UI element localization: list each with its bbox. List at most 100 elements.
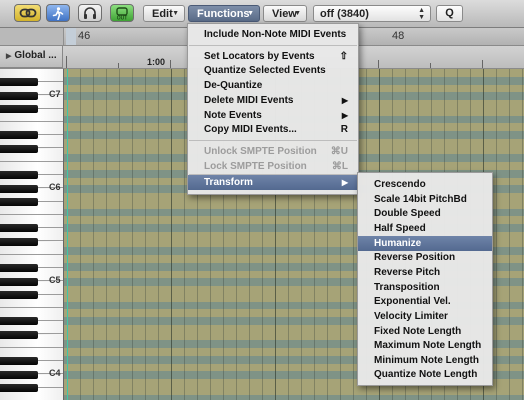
menu-separator xyxy=(189,44,357,46)
functions-menu-item[interactable]: Transform ▶ xyxy=(188,175,358,191)
black-key[interactable] xyxy=(0,105,38,113)
grid-line xyxy=(132,69,133,400)
menu-item-shortcut: ⌘U xyxy=(330,145,348,157)
chevron-down-icon: ▼ xyxy=(294,10,301,17)
menu-item-label: Reverse Pitch xyxy=(374,266,441,278)
transform-menu-item[interactable]: Double Speed xyxy=(358,206,492,221)
out-button[interactable]: OUT xyxy=(110,4,134,22)
edit-menu-button[interactable]: Edit ▼ xyxy=(143,5,185,22)
link-button[interactable] xyxy=(14,4,41,22)
black-key[interactable] xyxy=(0,131,38,139)
black-key[interactable] xyxy=(0,278,38,286)
midi-out-icon xyxy=(84,6,96,19)
grid-line xyxy=(171,69,172,400)
transform-menu-item[interactable]: Humanize xyxy=(358,235,492,251)
menu-item-shortcut: ⌘L xyxy=(331,160,348,172)
ruler-tick xyxy=(482,60,483,68)
black-key[interactable] xyxy=(0,331,38,339)
functions-menu-label: Functions xyxy=(197,7,250,20)
functions-menu-item[interactable]: Unlock SMPTE Position ⌘U xyxy=(188,144,358,159)
black-key[interactable] xyxy=(0,92,38,100)
octave-label-c6: C6 xyxy=(49,182,61,192)
global-tracks-label: Global ... xyxy=(14,50,57,61)
submenu-arrow-icon: ▶ xyxy=(341,110,348,120)
transform-menu-item[interactable]: Velocity Limiter xyxy=(358,309,492,324)
transform-menu-item[interactable]: Fixed Note Length xyxy=(358,324,492,339)
functions-menu-item[interactable]: De-Quantize xyxy=(188,78,358,93)
black-key[interactable] xyxy=(0,78,38,86)
disclosure-triangle-icon: ▶ xyxy=(6,53,12,60)
grid-line xyxy=(184,69,185,400)
menu-separator xyxy=(189,139,357,141)
out-icon: OUT xyxy=(116,6,128,20)
ruler-tick xyxy=(430,63,431,68)
black-key[interactable] xyxy=(0,384,38,392)
menu-item-label: Fixed Note Length xyxy=(374,325,462,337)
functions-menu-item[interactable]: Include Non-Note MIDI Events xyxy=(188,27,358,42)
catch-playhead-button[interactable] xyxy=(46,4,70,22)
menu-item-label: Exponential Vel. xyxy=(374,296,451,308)
transform-menu-item[interactable]: Maximum Note Length xyxy=(358,338,492,353)
transform-menu-item[interactable]: Quantize Note Length xyxy=(358,367,492,382)
transform-menu-item[interactable]: Minimum Note Length xyxy=(358,353,492,368)
functions-menu-item[interactable]: Note Events ▶ xyxy=(188,108,358,123)
functions-menu-item[interactable]: Lock SMPTE Position ⌘L xyxy=(188,159,358,174)
octave-label-c5: C5 xyxy=(49,275,61,285)
grid-line xyxy=(106,69,107,400)
grid-line xyxy=(80,69,81,400)
black-key[interactable] xyxy=(0,198,38,206)
functions-menu-item[interactable]: Copy MIDI Events... R xyxy=(188,122,358,137)
black-key[interactable] xyxy=(0,185,38,193)
transform-menu-item[interactable]: Reverse Pitch xyxy=(358,265,492,280)
functions-menu-item[interactable]: Quantize Selected Events xyxy=(188,63,358,78)
black-key[interactable] xyxy=(0,357,38,365)
transform-menu-item[interactable]: Exponential Vel. xyxy=(358,294,492,309)
grid-line xyxy=(119,69,120,400)
svg-text:OUT: OUT xyxy=(117,15,128,20)
ruler-tick xyxy=(378,60,379,68)
bar-number: 48 xyxy=(392,30,405,42)
global-tracks-toggle[interactable]: ▶ Global ... xyxy=(0,46,63,68)
black-key[interactable] xyxy=(0,145,38,153)
menu-item-label: Lock SMPTE Position xyxy=(204,160,307,172)
menu-item-label: Quantize Selected Events xyxy=(204,65,326,77)
midi-out-button[interactable] xyxy=(78,4,102,22)
menu-item-label: Delete MIDI Events xyxy=(204,94,294,106)
menu-item-shortcut: ⇧ xyxy=(339,50,348,62)
black-key[interactable] xyxy=(0,317,38,325)
functions-menu-item[interactable]: Delete MIDI Events ▶ xyxy=(188,93,358,108)
transform-menu-item[interactable]: Transposition xyxy=(358,280,492,295)
menu-item-label: Unlock SMPTE Position xyxy=(204,145,317,157)
transform-menu-item[interactable]: Half Speed xyxy=(358,221,492,236)
piano-roll-window: OUT Edit ▼ Functions ▼ View ▼ off (3840)… xyxy=(0,0,524,400)
snap-select[interactable]: off (3840) ▲ ▼ xyxy=(313,5,431,22)
playhead[interactable] xyxy=(67,69,68,400)
submenu-arrow-icon: ▶ xyxy=(341,178,348,188)
menu-item-label: Double Speed xyxy=(374,208,441,220)
black-key[interactable] xyxy=(0,171,38,179)
quantize-button[interactable]: Q xyxy=(436,5,463,22)
transform-menu-item[interactable]: Reverse Position xyxy=(358,250,492,265)
black-key[interactable] xyxy=(0,291,38,299)
transform-menu-item[interactable]: Scale 14bit PitchBd xyxy=(358,192,492,207)
piano-keyboard[interactable]: C7 C6 C5 C4 xyxy=(0,69,64,400)
grid-line xyxy=(496,69,497,400)
functions-menu-button[interactable]: Functions ▼ xyxy=(188,5,260,22)
view-menu-button[interactable]: View ▼ xyxy=(263,5,307,22)
black-key[interactable] xyxy=(0,371,38,379)
black-key[interactable] xyxy=(0,264,38,272)
grid-line xyxy=(509,69,510,400)
black-key[interactable] xyxy=(0,238,38,246)
menu-item-label: Note Events xyxy=(204,109,262,121)
cycle-region[interactable] xyxy=(66,28,76,45)
chevron-down-icon: ▼ xyxy=(247,10,254,17)
functions-menu-item[interactable]: Set Locators by Events ⇧ xyxy=(188,49,358,64)
black-key[interactable] xyxy=(0,224,38,232)
menu-item-label: Crescendo xyxy=(374,179,426,190)
transform-menu-item[interactable]: Crescendo xyxy=(358,177,492,192)
link-icon xyxy=(19,8,36,18)
catch-playhead-icon xyxy=(52,6,64,20)
ruler-tick xyxy=(170,60,171,68)
menu-item-label: Quantize Note Length xyxy=(374,369,478,381)
grid-line xyxy=(93,69,94,400)
